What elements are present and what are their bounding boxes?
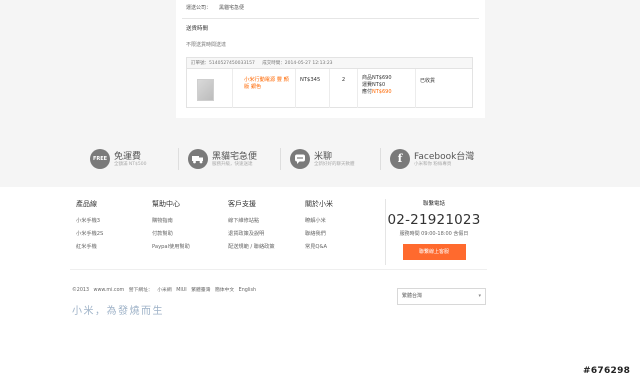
footer-link[interactable]: 小米手機2S (76, 230, 103, 243)
footer-link[interactable]: 付款幫助 (152, 230, 190, 243)
service-subtitle: 服務升級，快速送達 (212, 162, 253, 167)
service-hours: 服務時間 09:00-18:00 含假日 (399, 231, 469, 237)
footer-link[interactable]: 配送規範 / 聯絡政策 (228, 243, 275, 256)
footer-column-title: 幫助中心 (152, 200, 180, 208)
shipping-label: 運送公司： (186, 5, 212, 11)
service-subtitle: 全額滿 NT$500 (114, 162, 147, 167)
contact-label: 聯繫電話 (422, 201, 445, 207)
subtotal-value: NT$690 (372, 75, 392, 81)
footer-link[interactable]: 購物指南 (152, 217, 190, 230)
language-link[interactable]: English (239, 288, 256, 293)
shipping-company-row: 運送公司： 黑貓宅急便 (186, 4, 244, 11)
footer-link[interactable]: 線下維修站點 (228, 217, 275, 230)
online-support-button[interactable]: 聯繫線上客服 (402, 244, 466, 260)
order-time: 成交時間：2014-05-27 12:13:23 (262, 61, 333, 66)
divider (280, 148, 281, 170)
site-link[interactable]: MIUI (176, 288, 186, 293)
footer-link[interactable]: 退貨政策及說明 (228, 230, 275, 243)
site-footer: 產品線 小米手機3 小米手機2S 紅米手機 幫助中心 購物指南 付款幫助 Pay… (0, 187, 640, 379)
paid-value: NT$690 (372, 89, 392, 95)
footer-column-products: 產品線 小米手機3 小米手機2S 紅米手機 (76, 199, 103, 256)
footer-link[interactable]: 常見Q&A (305, 243, 333, 256)
divider (70, 269, 487, 270)
footer-column-support: 客戶支援 線下維修站點 退貨政策及說明 配送規範 / 聯絡政策 (228, 199, 275, 256)
quantity: 2 (329, 69, 357, 108)
language-link[interactable]: 繁體臺灣 (191, 288, 210, 293)
service-strip: FREE 免運費 全額滿 NT$500 黑貓宅急便 服務升級，快速送達 米聊 全… (90, 146, 550, 172)
subtotal-label: 商品 (362, 75, 373, 81)
copyright-text: ©2013 (72, 288, 90, 293)
region-select[interactable]: 繁體台灣 ▾ (397, 288, 486, 305)
free-icon: FREE (90, 149, 110, 169)
order-status: 已收貨 (415, 69, 473, 108)
order-number: 訂單號：5140527450033157 (191, 61, 255, 66)
divider (182, 18, 479, 19)
footer-link[interactable]: 瞭解小米 (305, 217, 333, 230)
slogan: 小米，為發燒而生 (72, 306, 164, 317)
footer-column-help: 幫助中心 購物指南 付款幫助 Paypal使用幫助 (152, 199, 190, 256)
chat-icon (290, 149, 310, 169)
divider (178, 148, 179, 170)
service-subtitle: 全新好好的聊天軟體 (314, 162, 355, 167)
footer-column-title: 關於小米 (305, 200, 333, 208)
contact-block: 聯繫電話 02-21921023 服務時間 09:00-18:00 含假日 聯繫… (386, 199, 482, 260)
service-subtitle: 小米和你 粉絲專頁 (414, 162, 452, 167)
order-item-table: 訂單號：5140527450033157 成交時間：2014-05-27 12:… (186, 57, 473, 108)
shipping-value: 黑貓宅急便 (219, 5, 245, 11)
copyright-row: ©2013 www.mi.com 營下網址： 小米網 MIUI 繁體臺灣 簡体中… (72, 286, 259, 293)
watermark: #676298 (583, 366, 631, 376)
sites-label: 營下網址： (128, 288, 153, 293)
footer-link[interactable]: 小米手機3 (76, 217, 103, 230)
footer-column-title: 客戶支援 (228, 200, 256, 208)
truck-icon (188, 149, 208, 169)
language-link[interactable]: 簡体中文 (215, 288, 234, 293)
delivery-time-title: 送貨時間 (186, 26, 209, 32)
site-link[interactable]: 小米網 (157, 288, 171, 293)
shipping-fee-value: NT$0 (372, 82, 386, 88)
footer-link[interactable]: Paypal使用幫助 (152, 243, 190, 256)
paid-label: 應付 (362, 89, 373, 95)
phone-number: 02-21921023 (387, 212, 481, 228)
footer-link[interactable]: 聯絡我們 (305, 230, 333, 243)
region-value: 繁體台灣 (402, 293, 423, 299)
site-link[interactable]: www.mi.com (94, 288, 125, 293)
shipping-fee-label: 運費 (362, 82, 373, 88)
order-detail-card: 運送公司： 黑貓宅急便 送貨時間 不限送貨時間送達 訂單號：51405274500… (176, 0, 485, 118)
order-summary: 商品NT$690 運費NT$0 應付NT$690 (357, 69, 415, 108)
footer-column-about: 關於小米 瞭解小米 聯絡我們 常見Q&A (305, 199, 333, 256)
unit-price: NT$345 (295, 69, 329, 108)
chevron-down-icon: ▾ (478, 293, 481, 299)
product-thumbnail[interactable] (197, 79, 214, 101)
delivery-time-note: 不限送貨時間送達 (186, 42, 227, 48)
footer-column-title: 產品線 (76, 200, 97, 208)
divider (380, 148, 381, 170)
product-thumb-cell (187, 69, 233, 108)
product-name-link[interactable]: 小米行動電源 豐 顏版 銀色 (244, 77, 292, 91)
facebook-icon: f (390, 149, 410, 169)
footer-link[interactable]: 紅米手機 (76, 243, 103, 256)
order-header: 訂單號：5140527450033157 成交時間：2014-05-27 12:… (187, 58, 472, 69)
